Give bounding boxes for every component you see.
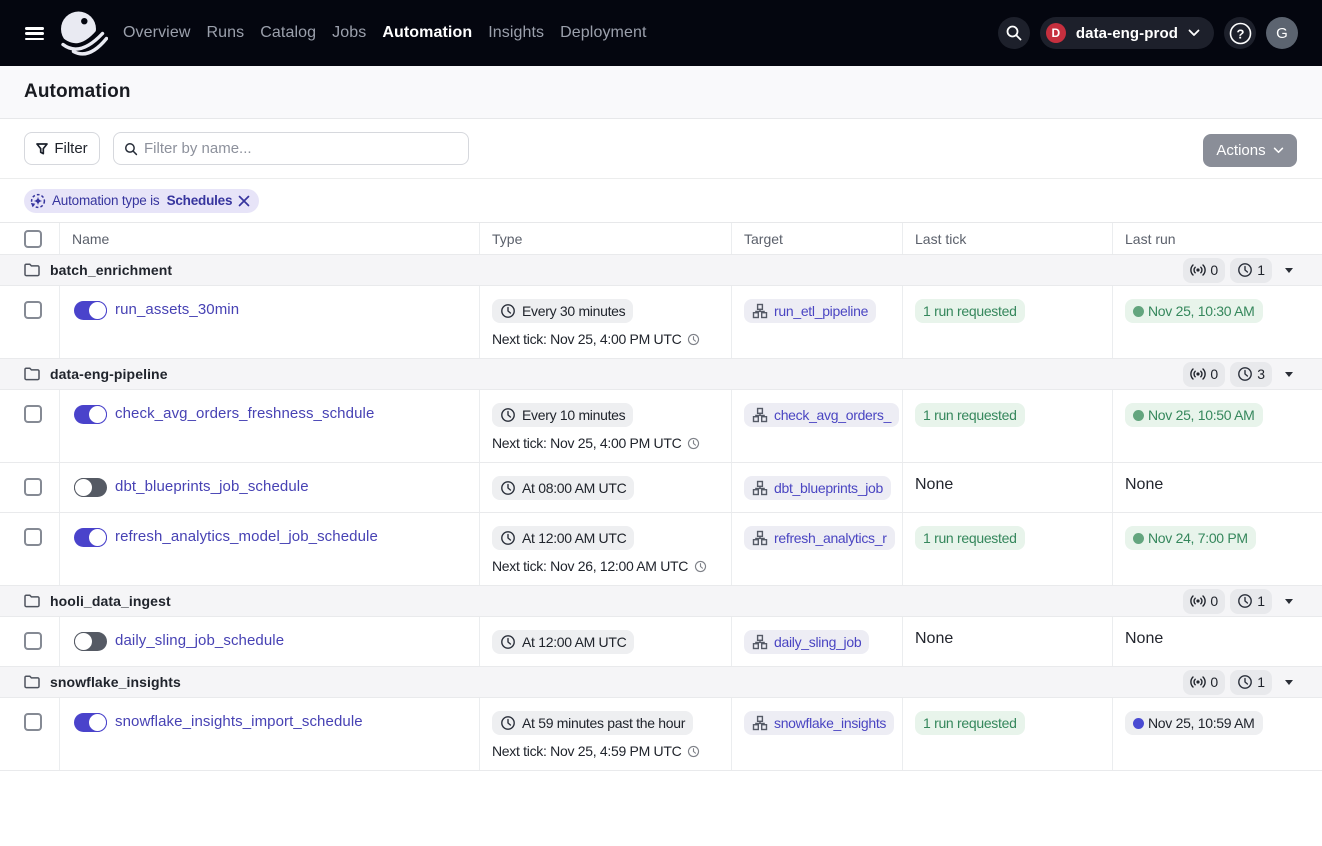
svg-text:?: ?	[1236, 26, 1244, 41]
